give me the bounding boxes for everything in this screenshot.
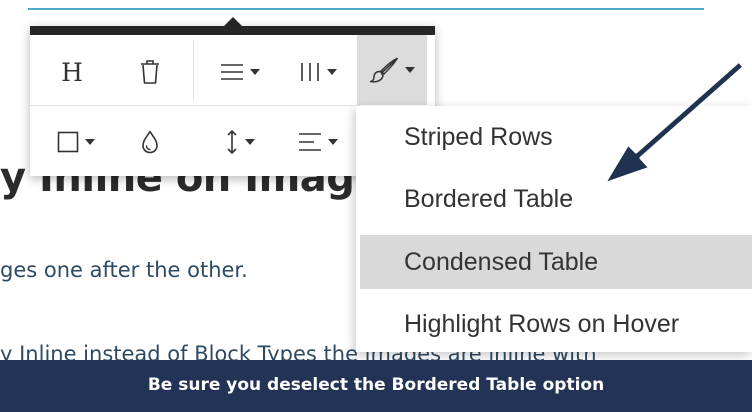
annotation-arrow (602, 59, 746, 186)
caption-banner: Be sure you deselect the Bordered Table … (0, 360, 752, 412)
